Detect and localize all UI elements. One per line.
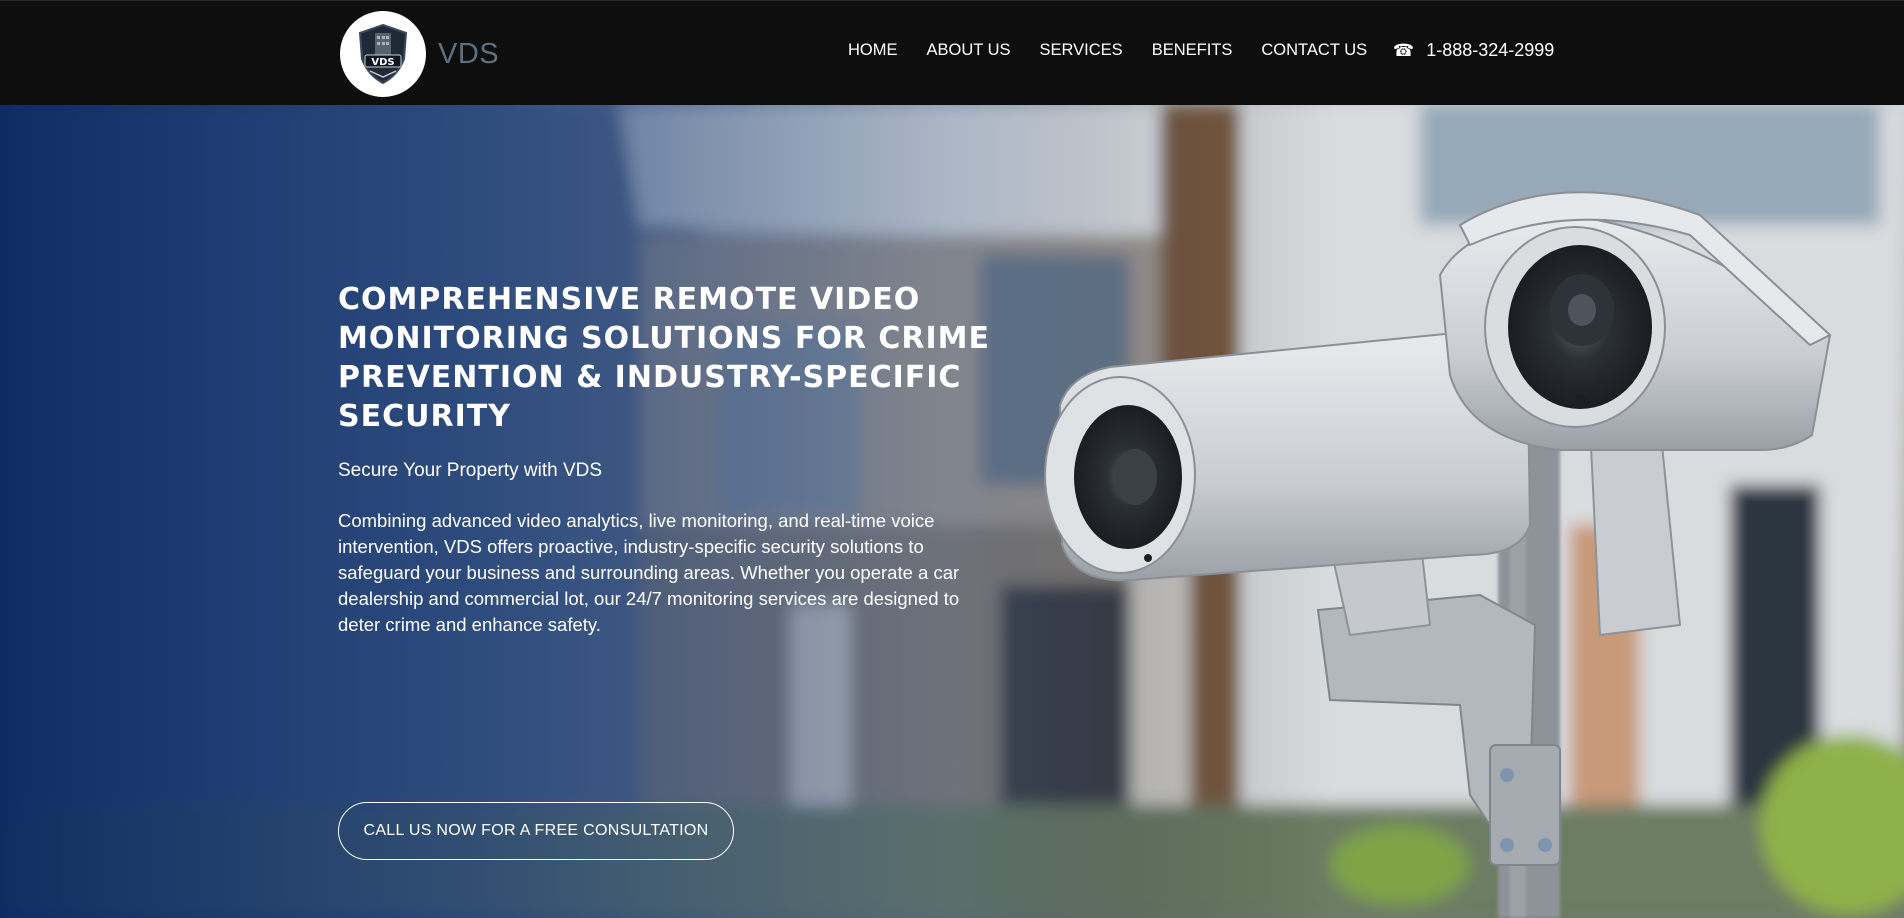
nav-item-about-us[interactable]: ABOUT US xyxy=(927,41,1011,60)
hero-content: COMPREHENSIVE REMOTE VIDEO MONITORING SO… xyxy=(338,280,998,657)
phone-icon: ☎ xyxy=(1393,40,1415,60)
nav-item-contact-us[interactable]: CONTACT US xyxy=(1261,41,1367,60)
logo-badge-icon: VDS xyxy=(340,11,426,97)
hero-subtitle: Secure Your Property with VDS xyxy=(338,460,603,481)
main-nav: HOME ABOUT US SERVICES BENEFITS CONTACT … xyxy=(848,41,1396,60)
nav-item-home[interactable]: HOME xyxy=(848,41,898,60)
hero-description: Combining advanced video analytics, live… xyxy=(338,510,960,635)
free-consultation-button[interactable]: CALL US NOW FOR A FREE CONSULTATION xyxy=(338,802,734,860)
brand-name[interactable]: VDS xyxy=(438,38,499,71)
hero-section: COMPREHENSIVE REMOTE VIDEO MONITORING SO… xyxy=(0,105,1904,918)
phone-link[interactable]: ☎ 1-888-324-2999 xyxy=(1393,40,1554,61)
logo-badge-text: VDS xyxy=(371,57,394,68)
nav-item-services[interactable]: SERVICES xyxy=(1040,41,1123,60)
phone-number: 1-888-324-2999 xyxy=(1426,40,1555,60)
nav-item-benefits[interactable]: BENEFITS xyxy=(1152,41,1233,60)
site-header: VDS VDS HOME ABOUT US SERVICES BENEFITS … xyxy=(0,0,1904,105)
logo[interactable]: VDS VDS xyxy=(340,11,499,97)
hero-title: COMPREHENSIVE REMOTE VIDEO MONITORING SO… xyxy=(338,282,991,434)
